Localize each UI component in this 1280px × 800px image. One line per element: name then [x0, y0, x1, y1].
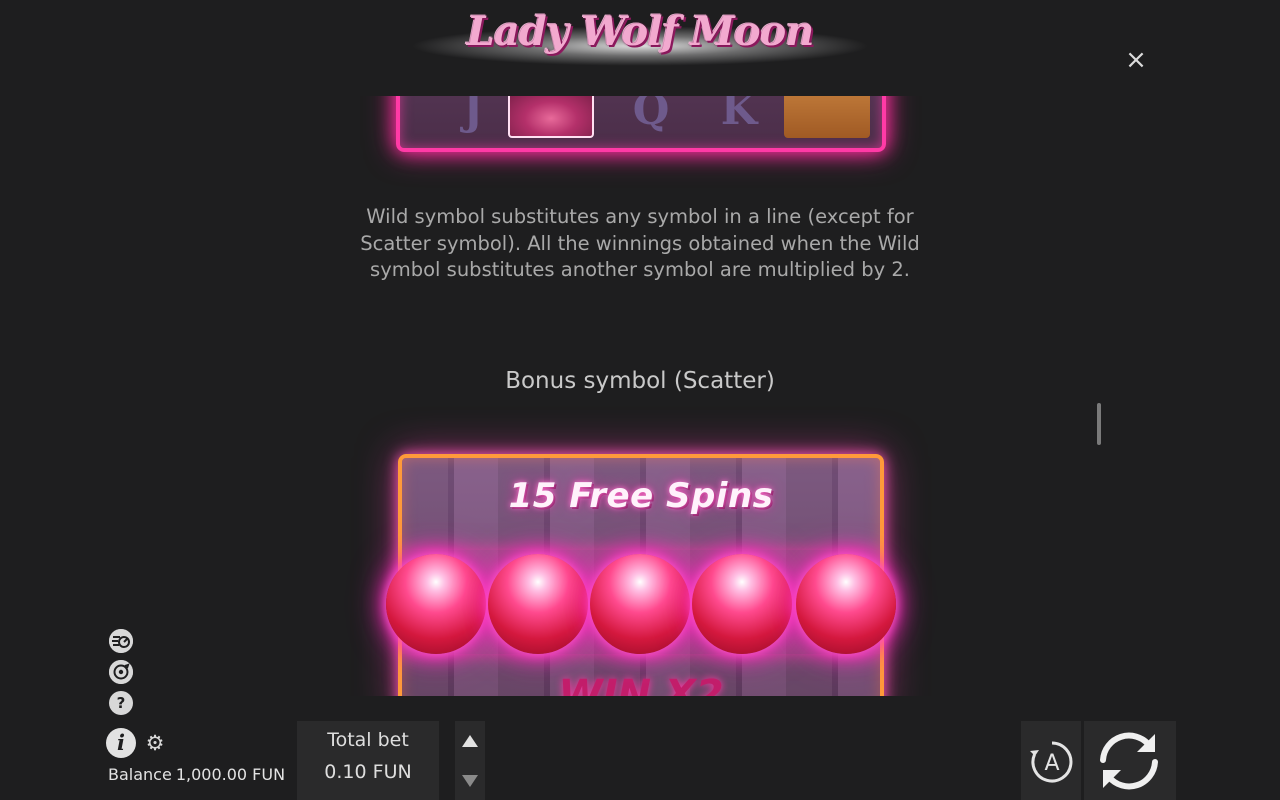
gear-icon[interactable]: ⚙ — [144, 732, 166, 754]
wild-lips-symbol — [508, 96, 594, 138]
scatter-orb — [692, 554, 792, 654]
scatter-orb — [796, 554, 896, 654]
symbol-orange — [784, 96, 870, 138]
bet-decrease-icon[interactable] — [462, 775, 478, 787]
history-icon[interactable] — [109, 660, 133, 684]
game-logo: Lady Wolf Moon — [410, 0, 870, 96]
scatter-section-title: Bonus symbol (Scatter) — [505, 368, 775, 394]
balance-display: Balance 1,000.00 FUN — [108, 765, 289, 784]
balance-value: 1,000.00 FUN — [175, 765, 286, 784]
scatter-orb — [386, 554, 486, 654]
scatter-orb — [590, 554, 690, 654]
scatter-orb — [488, 554, 588, 654]
symbol-j: J — [463, 96, 483, 134]
bet-stepper — [455, 721, 485, 800]
total-bet-value: 0.10 FUN — [324, 761, 412, 783]
balance-label: Balance — [108, 765, 172, 784]
total-bet-panel[interactable]: Total bet 0.10 FUN — [297, 721, 439, 800]
help-icon[interactable]: ? — [109, 691, 133, 715]
spin-icon — [1100, 732, 1158, 790]
win-banner-partial: WIN X2 — [558, 672, 724, 696]
history-glyph — [109, 660, 133, 684]
scrollbar-thumb[interactable] — [1097, 403, 1101, 445]
autoplay-button[interactable]: A — [1027, 737, 1077, 787]
symbol-q: Q — [632, 96, 670, 134]
close-button[interactable]: × — [1122, 46, 1150, 74]
info-icon[interactable]: i — [106, 728, 136, 758]
autoplay-label: A — [1044, 751, 1059, 776]
turbo-icon[interactable] — [109, 629, 133, 653]
bet-increase-icon[interactable] — [462, 735, 478, 747]
wild-description: Wild symbol substitutes any symbol in a … — [360, 205, 920, 281]
spin-button[interactable] — [1093, 726, 1165, 796]
wild-symbol-illustration: J Q K — [396, 96, 886, 152]
symbol-k: K — [720, 96, 758, 134]
total-bet-label: Total bet — [327, 729, 409, 751]
autoplay-icon: A — [1030, 741, 1073, 783]
paytable-content: J Q K Wild symbol substitutes any symbol… — [0, 96, 1280, 696]
logo-text: Lady Wolf Moon — [466, 8, 815, 55]
free-spins-banner: 15 Free Spins — [508, 476, 774, 516]
turbo-glyph — [109, 629, 133, 653]
